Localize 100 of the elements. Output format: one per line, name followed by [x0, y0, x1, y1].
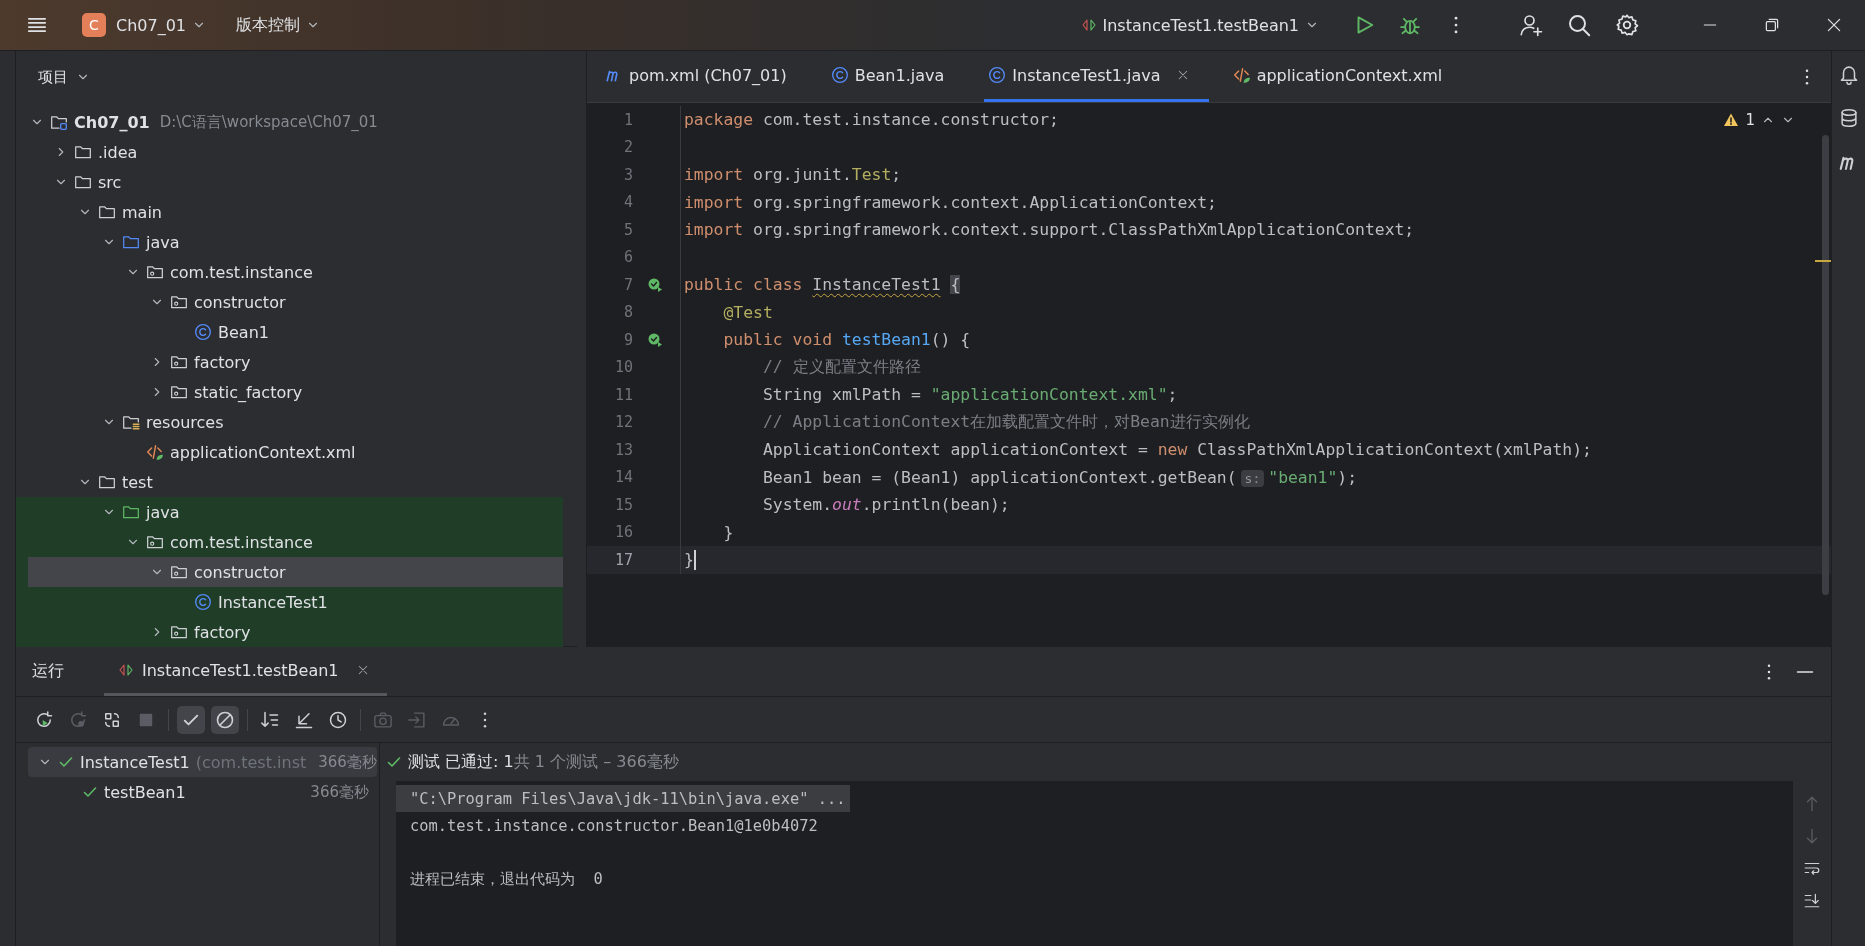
project-path: D:\C语言\workspace\Ch07_01 — [159, 112, 378, 132]
class-icon — [194, 323, 212, 341]
tree-item[interactable]: resources — [16, 407, 563, 437]
folder-icon — [74, 143, 92, 161]
line-number: 11 — [613, 385, 633, 404]
folder-icon — [122, 233, 140, 251]
line-number: 13 — [613, 440, 633, 459]
run-test-icon[interactable] — [647, 331, 663, 348]
line-number: 12 — [613, 413, 633, 432]
run-tab[interactable]: InstanceTest1.testBean1 — [104, 647, 387, 696]
text-cursor — [693, 549, 696, 570]
line-number: 6 — [622, 248, 633, 267]
vcs-menu[interactable]: 版本控制 — [228, 10, 329, 40]
project-name: Ch07_01 — [116, 15, 187, 35]
tree-item[interactable]: java — [16, 227, 563, 257]
tree-item[interactable]: test — [16, 467, 563, 497]
console-command: "C:\Program Files\Java\jdk-11\bin\java.exe" ... — [396, 785, 850, 812]
tree-item[interactable]: InstanceTest1 — [16, 587, 563, 617]
package-icon — [170, 353, 188, 371]
test-status: 测试 已通过: 1 — [408, 751, 514, 773]
vcs-label: 版本控制 — [236, 14, 301, 36]
editor-tab[interactable]: Bean1.java — [826, 51, 965, 102]
settings-icon[interactable] — [1615, 13, 1639, 37]
code-line: String xmlPath = "applicationContext.xml"; — [761, 385, 1178, 405]
tree-item[interactable]: factory — [16, 617, 563, 647]
tree-item[interactable]: applicationContext.xml — [16, 437, 563, 467]
code-line: Bean1 bean = (Bean1) applicationContext.getBean( s: "bean1"); — [761, 467, 1358, 487]
editor-tab[interactable]: applicationContext.xml — [1228, 51, 1463, 102]
tree-item[interactable]: main — [16, 197, 563, 227]
line-number: 1 — [622, 110, 633, 129]
package-icon — [170, 563, 188, 581]
test-item[interactable]: InstanceTest1 (com.test.inst 366毫秒 — [28, 747, 377, 777]
code-line: // 定义配置文件路径 — [761, 356, 921, 379]
line-number: 8 — [622, 303, 633, 322]
close-icon[interactable] — [356, 664, 369, 676]
scroll-to-end-icon[interactable] — [1803, 891, 1821, 909]
tree-item[interactable]: src — [16, 167, 563, 197]
package-icon — [146, 263, 164, 281]
restore-icon[interactable] — [1763, 16, 1781, 34]
package-icon — [170, 623, 188, 641]
editor-tab[interactable]: InstanceTest1.java — [984, 51, 1209, 102]
test-duration: 366毫秒 — [310, 782, 369, 802]
tree-item[interactable]: Bean1 — [16, 317, 563, 347]
line-number: 9 — [622, 330, 633, 349]
code-line: } — [722, 522, 734, 542]
tree-item[interactable]: .idea — [16, 137, 563, 167]
tree-item[interactable]: java — [16, 497, 563, 527]
line-number: 5 — [622, 220, 633, 239]
line-number: 14 — [613, 468, 633, 487]
package-icon — [146, 533, 164, 551]
editor-tab[interactable]: pom.xml (Ch07_01) — [601, 51, 807, 102]
run-config-name: InstanceTest1.testBean1 — [1102, 15, 1299, 35]
code-line: @Test — [722, 302, 773, 322]
test-count: 共 1 个测试 – 366毫秒 — [513, 751, 679, 773]
project-badge: C — [82, 13, 106, 37]
close-icon[interactable] — [1176, 69, 1189, 81]
line-number: 17 — [613, 550, 633, 569]
test-config-icon — [1080, 17, 1097, 33]
code-line: public class InstanceTest1 { — [684, 275, 961, 295]
code-line: } — [684, 550, 694, 570]
tree-item[interactable]: static_factory — [16, 377, 563, 407]
tree-item[interactable]: Ch07_01 D:\C语言\workspace\Ch07_01 — [16, 107, 563, 137]
panel-title-dropdown[interactable]: 项目 — [32, 63, 96, 91]
xml-file-icon — [1232, 66, 1251, 84]
tree-item[interactable]: constructor — [16, 557, 563, 587]
line-number: 10 — [613, 358, 633, 377]
line-number: 7 — [622, 275, 633, 294]
run-config-selector[interactable]: InstanceTest1.testBean1 — [1072, 11, 1327, 39]
code-line: import org.springframework.context.ApplicationContext; — [684, 192, 1217, 212]
line-number: 2 — [622, 138, 633, 157]
test-package: (com.test.inst — [195, 752, 307, 772]
code-line: package com.test.instance.constructor; — [684, 110, 1059, 130]
warning-icon[interactable] — [1723, 112, 1740, 128]
add-user-icon[interactable] — [1519, 13, 1543, 37]
line-number: 4 — [622, 193, 633, 212]
folder-icon — [98, 473, 116, 491]
check-icon — [82, 784, 98, 800]
tree-item[interactable]: com.test.instance — [16, 527, 563, 557]
line-number: 3 — [622, 165, 633, 184]
code-line: System.out.println(bean); — [761, 495, 1010, 515]
line-number: 15 — [613, 495, 633, 514]
console-line: com.test.instance.constructor.Bean1@1e0b4072 — [409, 815, 818, 837]
project-selector[interactable]: C Ch07_01 — [74, 9, 215, 41]
tree-item[interactable]: factory — [16, 347, 563, 377]
close-icon[interactable] — [1825, 16, 1843, 34]
search-icon[interactable] — [1567, 13, 1591, 37]
test-item[interactable]: testBean1 366毫秒 — [28, 777, 377, 807]
panel-title: 运行 — [32, 661, 64, 682]
test-duration: 366毫秒 — [318, 752, 377, 772]
code-line: // ApplicationContext在加载配置文件时，对Bean进行实例化 — [761, 411, 1250, 434]
warning-count[interactable]: 1 — [1745, 111, 1755, 129]
scrollbar[interactable] — [1822, 135, 1829, 595]
package-icon — [170, 383, 188, 401]
run-test-icon[interactable] — [647, 276, 663, 293]
code-line: import org.springframework.context.support.ClassPathXmlApplicationContext; — [684, 220, 1415, 240]
panel-title-label: 项目 — [38, 67, 68, 87]
line-number: 16 — [613, 523, 633, 542]
tree-item[interactable]: constructor — [16, 287, 563, 317]
module-folder-icon — [50, 113, 68, 131]
tree-item[interactable]: com.test.instance — [16, 257, 563, 287]
